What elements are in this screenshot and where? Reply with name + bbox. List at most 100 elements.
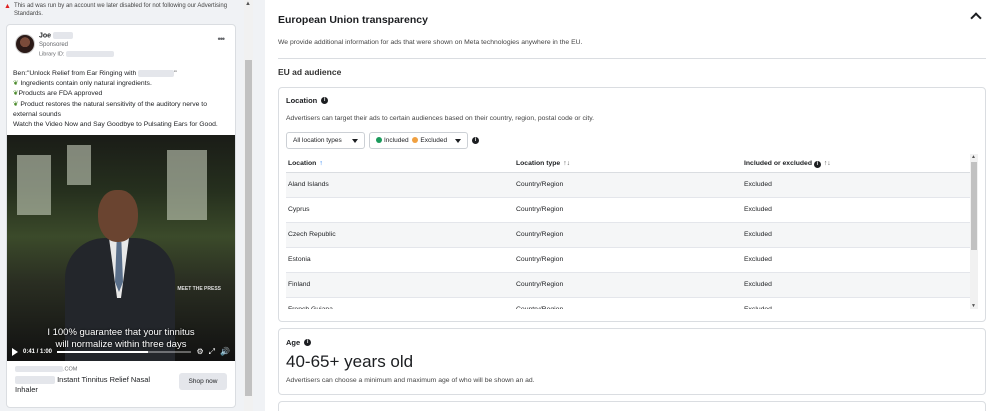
ad-video[interactable]: MEET THE PRESS I 100% guarantee that you… <box>7 135 235 361</box>
subtitle-line: I 100% guarantee that your tinnitus <box>47 327 195 338</box>
leaf-icon: ❦ <box>13 100 19 108</box>
table-scrollbar[interactable]: ▲ ▼ <box>970 154 978 309</box>
location-table: Location ↑ Location type ↑↓ Included or ex… <box>286 154 978 309</box>
column-header-location[interactable]: Location ↑ <box>286 154 514 172</box>
body-quote: " <box>174 70 177 77</box>
inclusion-cell: Excluded <box>742 298 971 309</box>
table-row: Czech Republic Country/Region Excluded <box>286 223 971 248</box>
body-line-text: Ben:"Unlock Relief from Ear Ringing with <box>13 70 137 77</box>
column-label: Included or excluded <box>744 160 812 167</box>
body-line-5: Watch the Video Now and Say Goodbye to P… <box>13 120 233 130</box>
inclusion-cell: Excluded <box>744 231 772 238</box>
table-row: Aland Islands Country/Region Excluded <box>286 173 971 198</box>
page-name-text[interactable]: Joe <box>39 32 51 39</box>
scroll-up-arrow-icon[interactable]: ▲ <box>971 154 976 160</box>
column-header-location-type[interactable]: Location type ↑↓ <box>514 154 742 172</box>
sort-icon[interactable]: ↑↓ <box>563 160 570 167</box>
sort-ascending-icon[interactable]: ↑ <box>319 160 322 167</box>
redacted-block <box>138 69 175 77</box>
page-name[interactable]: Joe <box>39 32 74 39</box>
location-type-filter[interactable]: All location types <box>286 132 365 149</box>
background-window <box>17 155 51 215</box>
body-line-4: ❦ Product restores the natural sensitivi… <box>13 100 233 120</box>
leaf-icon: ❦ <box>13 80 19 88</box>
location-heading: Location i <box>286 96 329 105</box>
info-icon[interactable]: i <box>304 339 312 346</box>
next-card <box>278 401 986 411</box>
location-card: Location i Advertisers can target their … <box>278 87 986 322</box>
scrollbar-thumb[interactable] <box>245 60 252 396</box>
avatar[interactable] <box>15 34 35 54</box>
left-pane-scrollbar[interactable]: ▲ <box>244 0 253 411</box>
table-row: Estonia Country/Region Excluded <box>286 248 971 273</box>
location-cell: Cyprus <box>288 206 310 213</box>
redacted-block <box>15 366 63 372</box>
scrollbar-thumb[interactable] <box>971 162 977 250</box>
location-cell: Czech Republic <box>288 231 336 238</box>
video-controls: 0:41 / 1:00 ⚙ ⤢ 🔊 <box>7 343 235 361</box>
body-line-2: ❦ Ingredients contain only natural ingre… <box>13 79 233 89</box>
ad-footer: .COM Instant Tinnitus Relief Nasal Inhal… <box>7 361 235 407</box>
chevron-down-icon <box>455 139 461 143</box>
body-line-3: ❦Products are FDA approved <box>13 89 233 99</box>
redacted-block <box>15 376 55 385</box>
redacted-block <box>53 32 74 39</box>
inclusion-cell: Excluded <box>744 181 772 188</box>
body-line-text: Ingredients contain only natural ingredi… <box>20 80 152 88</box>
scroll-down-arrow-icon[interactable]: ▼ <box>971 303 976 309</box>
location-cell: Finland <box>288 281 311 288</box>
location-type-cell: Country/Region <box>516 206 564 213</box>
volume-icon[interactable]: 🔊 <box>220 348 230 356</box>
column-label: Location type <box>516 160 561 167</box>
sort-icon[interactable]: ↑↓ <box>824 160 831 167</box>
included-label: Included <box>384 137 409 144</box>
inclusion-cell: Excluded <box>744 281 772 288</box>
inclusion-filter[interactable]: Included Excluded <box>369 132 468 149</box>
age-heading-text: Age <box>286 338 301 347</box>
excluded-label: Excluded <box>420 137 448 144</box>
body-line-text: Product restores the natural sensitivity… <box>13 100 207 118</box>
column-header-included[interactable]: Included or excluded i ↑↓ <box>742 154 971 172</box>
info-icon[interactable]: i <box>813 161 821 168</box>
table-header: Location ↑ Location type ↑↓ Included or ex… <box>286 154 971 173</box>
inclusion-cell: Excluded <box>744 206 772 213</box>
library-id: Library ID: <box>39 51 114 57</box>
section-title: European Union transparency <box>278 14 428 26</box>
location-type-cell: Country/Region <box>516 256 564 263</box>
body-line-text: Products are FDA approved <box>18 90 103 98</box>
location-cell: Estonia <box>288 256 311 263</box>
age-heading: Age i <box>286 338 312 347</box>
divider <box>278 58 986 59</box>
location-cell: Aland Islands <box>288 181 329 188</box>
location-type-cell: Country/Region <box>516 281 564 288</box>
ad-headline: Instant Tinnitus Relief Nasal Inhaler <box>15 375 175 395</box>
shop-now-button[interactable]: Shop now <box>179 373 227 390</box>
location-heading-text: Location <box>286 96 318 105</box>
location-description: Advertisers can target their ads to cert… <box>286 115 595 122</box>
speaker-head <box>98 190 138 242</box>
ad-body-text: Ben:"Unlock Relief from Ear Ringing with… <box>13 69 233 130</box>
library-id-label: Library ID: <box>39 51 65 58</box>
ad-domain: .COM <box>15 366 77 372</box>
location-cell: French Guiana <box>286 298 514 309</box>
table-row: Finland Country/Region Excluded <box>286 273 971 298</box>
inclusion-cell: Excluded <box>744 256 772 263</box>
excluded-dot-icon <box>412 137 419 143</box>
filter-info-icon[interactable]: i <box>472 137 479 144</box>
eu-ad-audience-title: EU ad audience <box>278 67 342 77</box>
ad-card: Joe Sponsored Library ID: ••• Ben:"Unloc… <box>6 24 236 408</box>
eu-transparency-panel: European Union transparency We provide a… <box>265 0 1000 411</box>
warning-icon: ▲ <box>4 3 11 10</box>
video-progress-bar[interactable] <box>57 351 192 353</box>
scroll-up-arrow-icon[interactable]: ▲ <box>245 1 251 7</box>
info-icon[interactable]: i <box>321 97 329 104</box>
play-icon[interactable] <box>12 348 18 356</box>
body-line-1: Ben:"Unlock Relief from Ear Ringing with… <box>13 69 233 79</box>
settings-icon[interactable]: ⚙ <box>196 348 203 356</box>
fullscreen-icon[interactable]: ⤢ <box>209 348 215 356</box>
location-type-cell: Country/Region <box>516 231 564 238</box>
collapse-chevron-icon[interactable] <box>970 12 982 24</box>
more-options-button[interactable]: ••• <box>218 34 226 44</box>
body-line-text: Watch the Video Now and Say Goodbye to P… <box>13 121 218 129</box>
age-range-value: 40-65+ years old <box>286 352 414 371</box>
